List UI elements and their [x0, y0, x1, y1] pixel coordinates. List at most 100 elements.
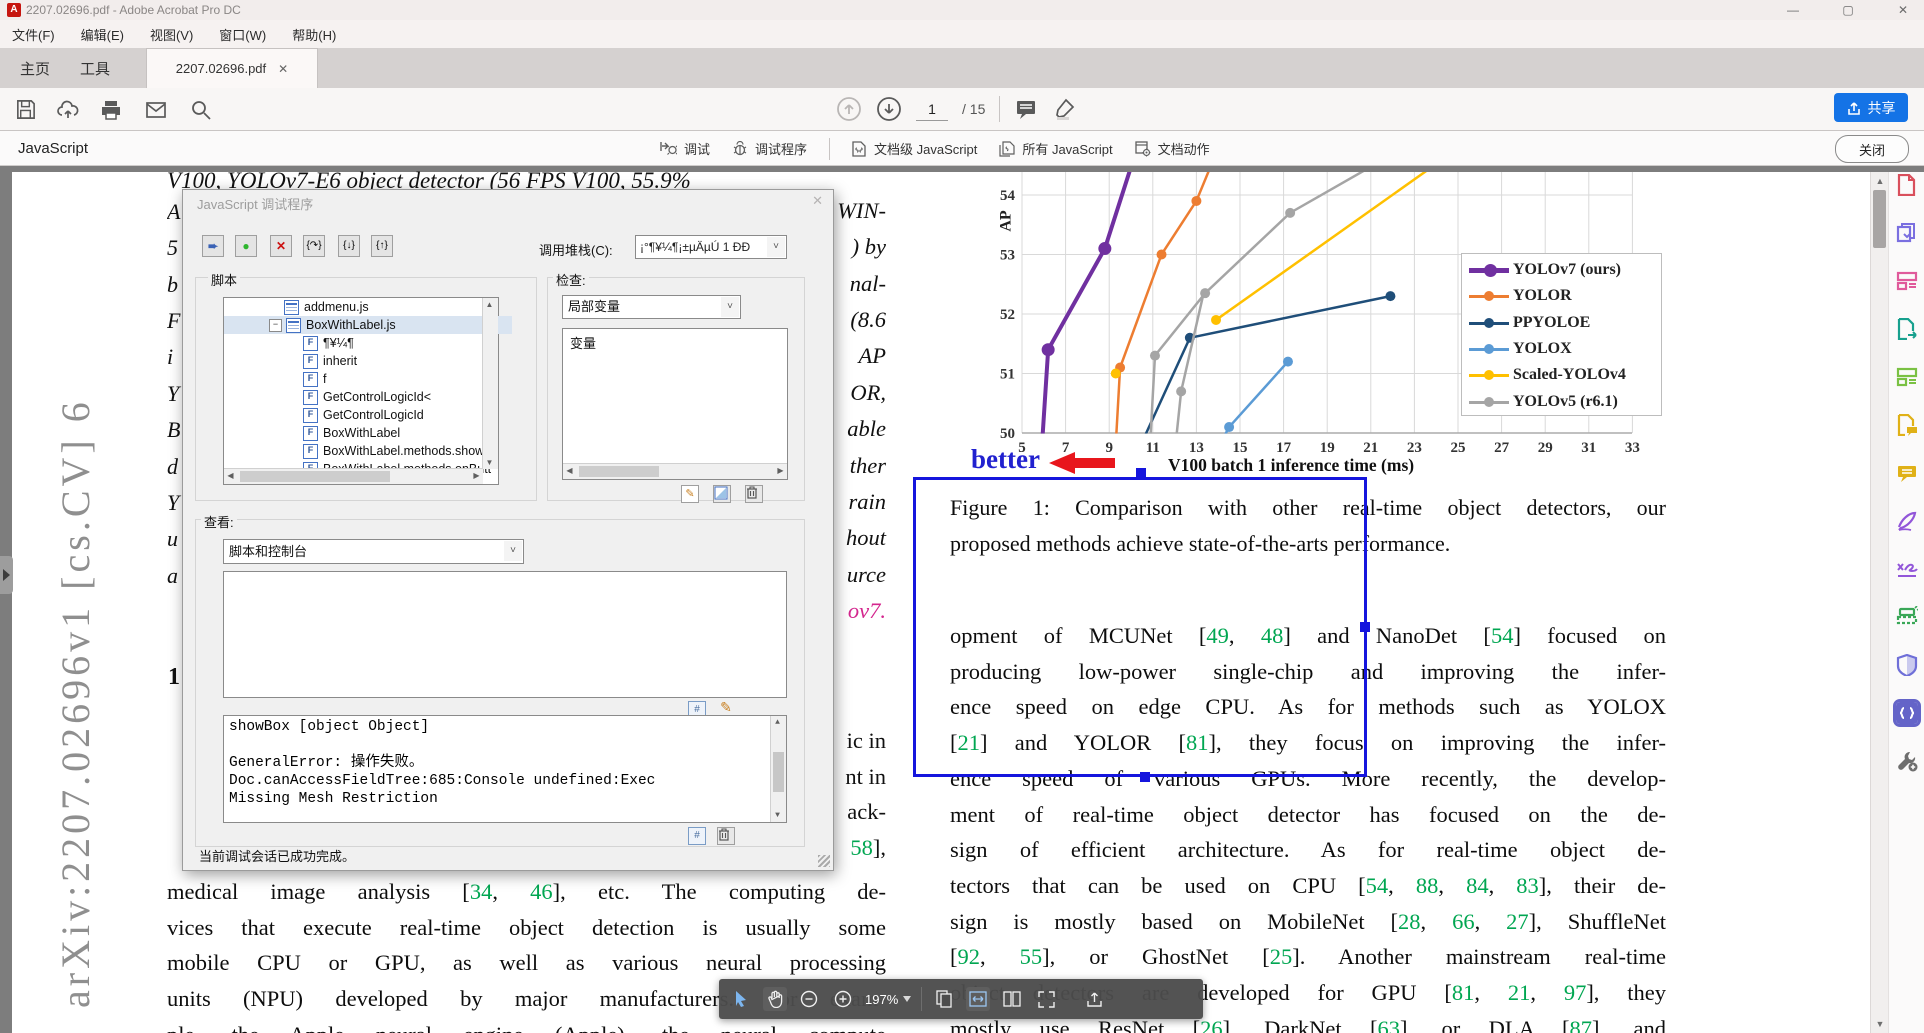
tab-document[interactable]: 2207.02696.pdf ✕ [146, 48, 318, 88]
view-select[interactable]: 脚本和控制台 ˅ [223, 539, 524, 564]
comment-icon[interactable] [1014, 97, 1038, 121]
menu-编辑[interactable]: 编辑(E) [81, 25, 124, 44]
main-toolbar: / 15 共享 [0, 88, 1924, 131]
text-fragment: AP [858, 343, 887, 369]
variables-header: 变量 [570, 336, 597, 351]
comment-doc-icon[interactable] [1896, 414, 1918, 436]
javascript-tool-icon[interactable] [1892, 699, 1921, 727]
edit-pdf-icon[interactable] [1896, 366, 1918, 388]
console-output[interactable]: showBox [object Object] GeneralError: 操作… [223, 715, 787, 823]
nav-pane-toggle[interactable] [0, 556, 13, 594]
script-tree-item[interactable]: − BoxWithLabel.js [224, 316, 512, 334]
save-icon[interactable] [14, 98, 38, 122]
two-page-view-icon[interactable] [1000, 987, 1024, 1011]
inspect-select[interactable]: 局部变量 ˅ [562, 295, 741, 319]
tab-close-icon[interactable]: ✕ [278, 62, 288, 76]
step-into-button[interactable]: {↓} [338, 235, 360, 257]
function-icon: F [303, 335, 318, 351]
resize-grip[interactable] [818, 855, 830, 867]
jsbar-button-document-js[interactable]: 文档级 JavaScript [852, 139, 977, 158]
function-icon: F [303, 407, 318, 423]
collapse-icon[interactable]: − [269, 318, 282, 332]
tree-horizontal-scrollbar[interactable]: ◀ ▶ [224, 468, 483, 484]
menu-窗口[interactable]: 窗口(W) [219, 25, 266, 44]
pause-button[interactable]: ● [235, 235, 257, 257]
combine-files-icon[interactable] [1896, 222, 1918, 244]
email-icon[interactable] [144, 98, 168, 122]
previous-page-icon[interactable] [836, 96, 862, 122]
script-input-area[interactable] [223, 571, 787, 698]
close-tool-button[interactable]: 关闭 [1835, 135, 1909, 163]
console-vertical-scrollbar[interactable]: ▲ ▼ [770, 716, 786, 822]
menu-视图[interactable]: 视图(V) [150, 25, 193, 44]
menu-文件[interactable]: 文件(F) [12, 25, 55, 44]
console-line-numbers-icon[interactable]: # [688, 827, 706, 845]
resume-button[interactable]: ➨ [202, 235, 224, 257]
zoom-out-icon[interactable] [797, 987, 821, 1011]
step-out-button[interactable]: {↑} [371, 235, 393, 257]
print-icon[interactable] [99, 98, 123, 122]
svg-text:25: 25 [1451, 440, 1466, 456]
jsbar-button-debugger[interactable]: 调试程序 [732, 139, 807, 158]
print-production-icon[interactable] [1896, 606, 1918, 628]
selection-handle-bottom[interactable] [1140, 772, 1150, 782]
page-number-input[interactable] [916, 97, 948, 121]
legend-entry: YOLOX [1462, 336, 1661, 362]
export-pdf-icon[interactable] [1896, 318, 1918, 340]
zoom-in-icon[interactable] [831, 987, 855, 1011]
organize-pages-icon[interactable] [1896, 270, 1918, 292]
create-pdf-icon[interactable] [1896, 174, 1918, 196]
document-scrollbar[interactable]: ▲ ▼ [1870, 172, 1888, 1033]
tab-tools[interactable]: 工具 [74, 48, 116, 88]
variables-list[interactable]: 变量 ◀ ▶ [562, 328, 788, 480]
step-over-button[interactable]: {↷} [303, 235, 325, 257]
share-button[interactable]: 共享 [1834, 93, 1908, 122]
annotation-selection-rect[interactable] [913, 477, 1367, 777]
maximize-button[interactable]: ▢ [1840, 2, 1856, 18]
tree-item-label: BoxWithLabel [323, 426, 401, 440]
new-watch-icon[interactable] [713, 485, 731, 503]
more-tools-icon[interactable] [1896, 750, 1918, 772]
hand-tool-icon[interactable] [763, 987, 787, 1011]
variables-horizontal-scrollbar[interactable]: ◀ ▶ [563, 463, 787, 479]
jsbar-button-document-action[interactable]: 文档动作 [1135, 139, 1210, 158]
clear-console-trash-icon[interactable] [717, 827, 735, 845]
tab-home[interactable]: 主页 [14, 48, 56, 88]
zoom-level-select[interactable]: 197% [865, 991, 912, 1007]
x-axis-label: V100 batch 1 inference time (ms) [1168, 455, 1415, 475]
toolbar-divider [829, 137, 831, 160]
scroll-mode-icon[interactable] [1082, 987, 1106, 1011]
view-select-value: 脚本和控制台 [229, 544, 308, 559]
tree-vertical-scrollbar[interactable]: ▲ ▼ [482, 298, 498, 469]
close-button[interactable]: ✕ [1895, 2, 1911, 18]
legend-label: PPYOLOE [1513, 313, 1591, 331]
scrollbar-thumb[interactable] [1873, 190, 1886, 248]
upload-cloud-icon[interactable] [56, 98, 80, 122]
protect-icon[interactable] [1896, 654, 1918, 676]
stop-debug-button[interactable]: ✕ [270, 235, 292, 257]
highlighter-icon[interactable] [1052, 97, 1076, 121]
fill-sign-icon[interactable] [1896, 510, 1918, 532]
page-thumbnails-icon[interactable] [932, 987, 956, 1011]
jsbar-button-all-js[interactable]: 所有 JavaScript [999, 139, 1113, 158]
scroll-down-icon[interactable]: ▼ [1874, 1018, 1886, 1030]
zoom-level-value: 197% [865, 991, 899, 1007]
next-page-icon[interactable] [876, 96, 902, 122]
delete-watch-trash-icon[interactable] [745, 485, 763, 503]
fit-width-icon[interactable] [966, 987, 991, 1011]
svg-text:23: 23 [1407, 440, 1422, 456]
call-stack-select[interactable]: ¡°¶¥¼¶¡±µÄµÚ 1 ÐÐ ˅ [635, 235, 787, 259]
selection-handle-top[interactable] [1136, 468, 1146, 478]
dialog-close-icon[interactable]: ✕ [812, 193, 823, 209]
scroll-up-icon[interactable]: ▲ [1874, 175, 1886, 187]
jsbar-button-debug[interactable]: 调试 [660, 139, 710, 158]
menu-帮助[interactable]: 帮助(H) [292, 25, 336, 44]
sign-icon[interactable] [1896, 558, 1918, 580]
select-tool-icon[interactable] [729, 987, 753, 1011]
edit-value-pencil-icon[interactable]: ✎ [681, 485, 699, 503]
fullscreen-icon[interactable] [1034, 987, 1058, 1011]
minimize-button[interactable]: — [1785, 2, 1801, 18]
comment-icon[interactable] [1896, 462, 1918, 484]
search-icon[interactable] [189, 98, 213, 122]
selection-handle-right[interactable] [1360, 622, 1370, 632]
